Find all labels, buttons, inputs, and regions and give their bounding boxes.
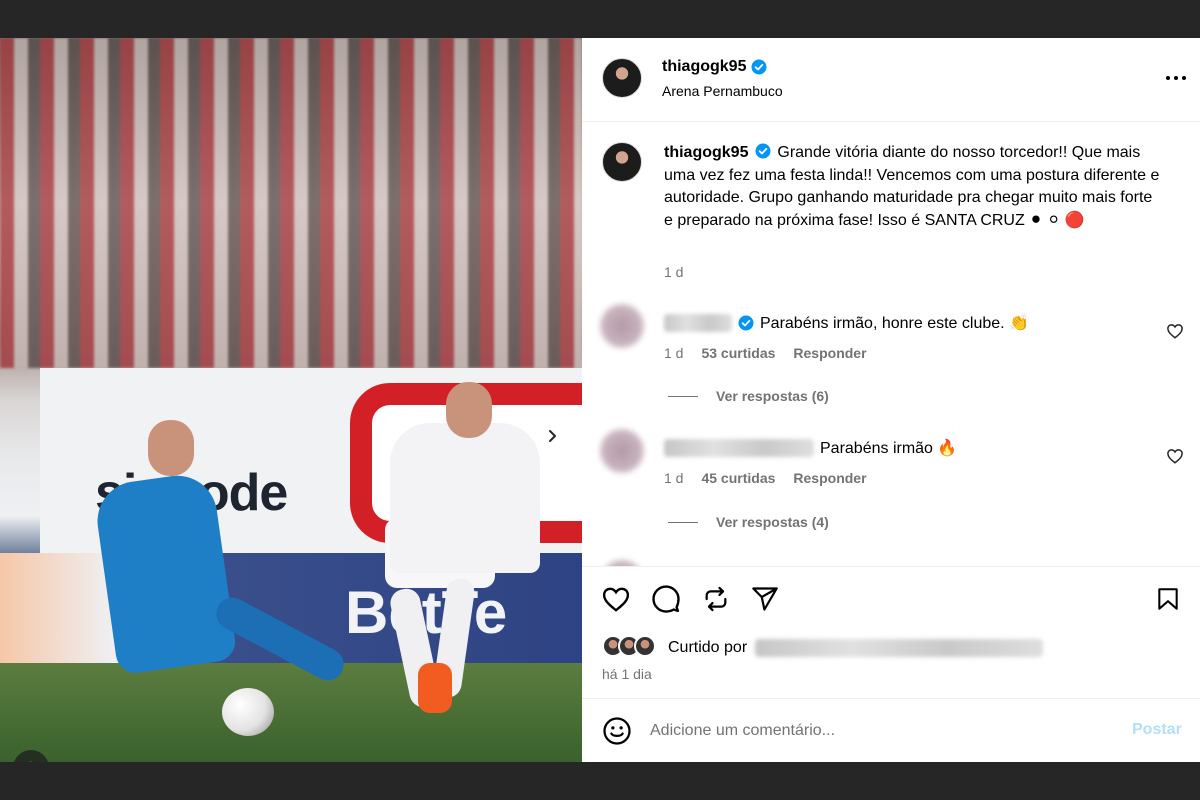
send-icon bbox=[752, 587, 778, 611]
commenter-avatar[interactable] bbox=[600, 304, 644, 348]
view-replies-button[interactable]: Ver respostas (4) bbox=[668, 514, 829, 530]
carousel-next-button[interactable] bbox=[537, 421, 567, 451]
comment-button[interactable] bbox=[650, 583, 682, 615]
post-comment-button[interactable]: Postar bbox=[1132, 721, 1182, 739]
verified-icon bbox=[751, 59, 767, 75]
photo-player-boot bbox=[418, 663, 452, 713]
post-location[interactable]: Arena Pernambuco bbox=[662, 83, 783, 99]
comment-text-row: Parabéns irmão, honre este clube. 👏 bbox=[664, 313, 1029, 333]
view-replies-label: Ver respostas (6) bbox=[716, 388, 829, 404]
photo-player bbox=[390, 423, 540, 573]
comment-reply-button[interactable]: Responder bbox=[793, 345, 866, 361]
caption-author-avatar[interactable] bbox=[602, 142, 642, 182]
liker-avatar bbox=[634, 635, 656, 657]
view-replies-label: Ver respostas (4) bbox=[716, 514, 829, 530]
view-replies-button[interactable]: Ver respostas (6) bbox=[668, 388, 829, 404]
photo-pitch bbox=[0, 663, 582, 762]
more-options-icon bbox=[1166, 76, 1186, 80]
post-actions: Curtido por há 1 dia bbox=[582, 566, 1200, 698]
post-header: thiagogk95 Arena Pernambuco bbox=[582, 38, 1200, 122]
comment-meta: 1 d 45 curtidas Responder bbox=[664, 470, 867, 486]
likers-avatars[interactable] bbox=[602, 635, 656, 657]
post-time-ago[interactable]: há 1 dia bbox=[602, 666, 652, 682]
commenter-username-redacted[interactable] bbox=[664, 439, 814, 457]
comment-reply-button[interactable]: Responder bbox=[793, 470, 866, 486]
comment-text-row: Parabéns irmão 🔥 bbox=[664, 438, 957, 458]
comment-likes[interactable]: 53 curtidas bbox=[701, 345, 775, 361]
comment-likes[interactable]: 45 curtidas bbox=[701, 470, 775, 486]
caption-username[interactable]: thiagogk95 bbox=[664, 144, 748, 161]
comment-composer: Postar bbox=[582, 698, 1200, 762]
comment-like-icon[interactable] bbox=[1166, 447, 1184, 465]
verified-icon bbox=[738, 315, 754, 331]
comment-age: 1 d bbox=[664, 470, 684, 486]
comment-like-icon[interactable] bbox=[1166, 322, 1184, 340]
photo-ball bbox=[222, 688, 274, 736]
view-replies-line bbox=[668, 521, 698, 523]
author-username[interactable]: thiagogk95 bbox=[662, 58, 746, 76]
photo-crowd bbox=[0, 38, 582, 368]
liked-by-label: Curtido por bbox=[668, 639, 748, 656]
emoji-icon[interactable] bbox=[602, 716, 632, 746]
comment-icon bbox=[652, 585, 680, 613]
send-button[interactable] bbox=[749, 583, 781, 615]
like-icon bbox=[602, 587, 630, 612]
comment-text: Parabéns irmão 🔥 bbox=[820, 440, 958, 457]
photo-player-head bbox=[446, 382, 492, 438]
share-icon bbox=[705, 586, 727, 612]
post-details-panel: thiagogk95 Arena Pernambuco thiagogk95 G… bbox=[582, 38, 1200, 762]
view-replies-line bbox=[668, 395, 698, 397]
backdrop-top bbox=[0, 0, 1200, 38]
chevron-right-icon bbox=[549, 430, 556, 442]
commenter-avatar[interactable] bbox=[600, 429, 644, 473]
photo-goalkeeper-head bbox=[148, 420, 194, 476]
verified-icon bbox=[755, 143, 771, 159]
backdrop-bottom bbox=[0, 762, 1200, 800]
more-options-button[interactable] bbox=[1164, 66, 1188, 90]
liked-by-users-redacted[interactable] bbox=[755, 639, 1044, 657]
like-button[interactable] bbox=[600, 583, 632, 615]
share-button[interactable] bbox=[700, 583, 732, 615]
comments-section[interactable]: thiagogk95 Grande vitória diante do noss… bbox=[582, 122, 1200, 566]
liked-by-row: Curtido por bbox=[668, 639, 1044, 657]
commenter-username-redacted[interactable] bbox=[664, 314, 732, 332]
caption-age: 1 d bbox=[664, 264, 684, 280]
post-photo[interactable]: sjogode BetTe bbox=[0, 38, 582, 762]
comment-text: Parabéns irmão, honre este clube. 👏 bbox=[760, 315, 1029, 332]
save-icon bbox=[1158, 588, 1178, 610]
comment-age: 1 d bbox=[664, 345, 684, 361]
caption-body: thiagogk95 Grande vitória diante do noss… bbox=[664, 142, 1164, 232]
save-button[interactable] bbox=[1152, 583, 1184, 615]
comment-meta: 1 d 53 curtidas Responder bbox=[664, 345, 867, 361]
comment-input[interactable] bbox=[650, 717, 1120, 745]
author-avatar[interactable] bbox=[602, 58, 642, 98]
author-name-row: thiagogk95 bbox=[662, 58, 767, 76]
